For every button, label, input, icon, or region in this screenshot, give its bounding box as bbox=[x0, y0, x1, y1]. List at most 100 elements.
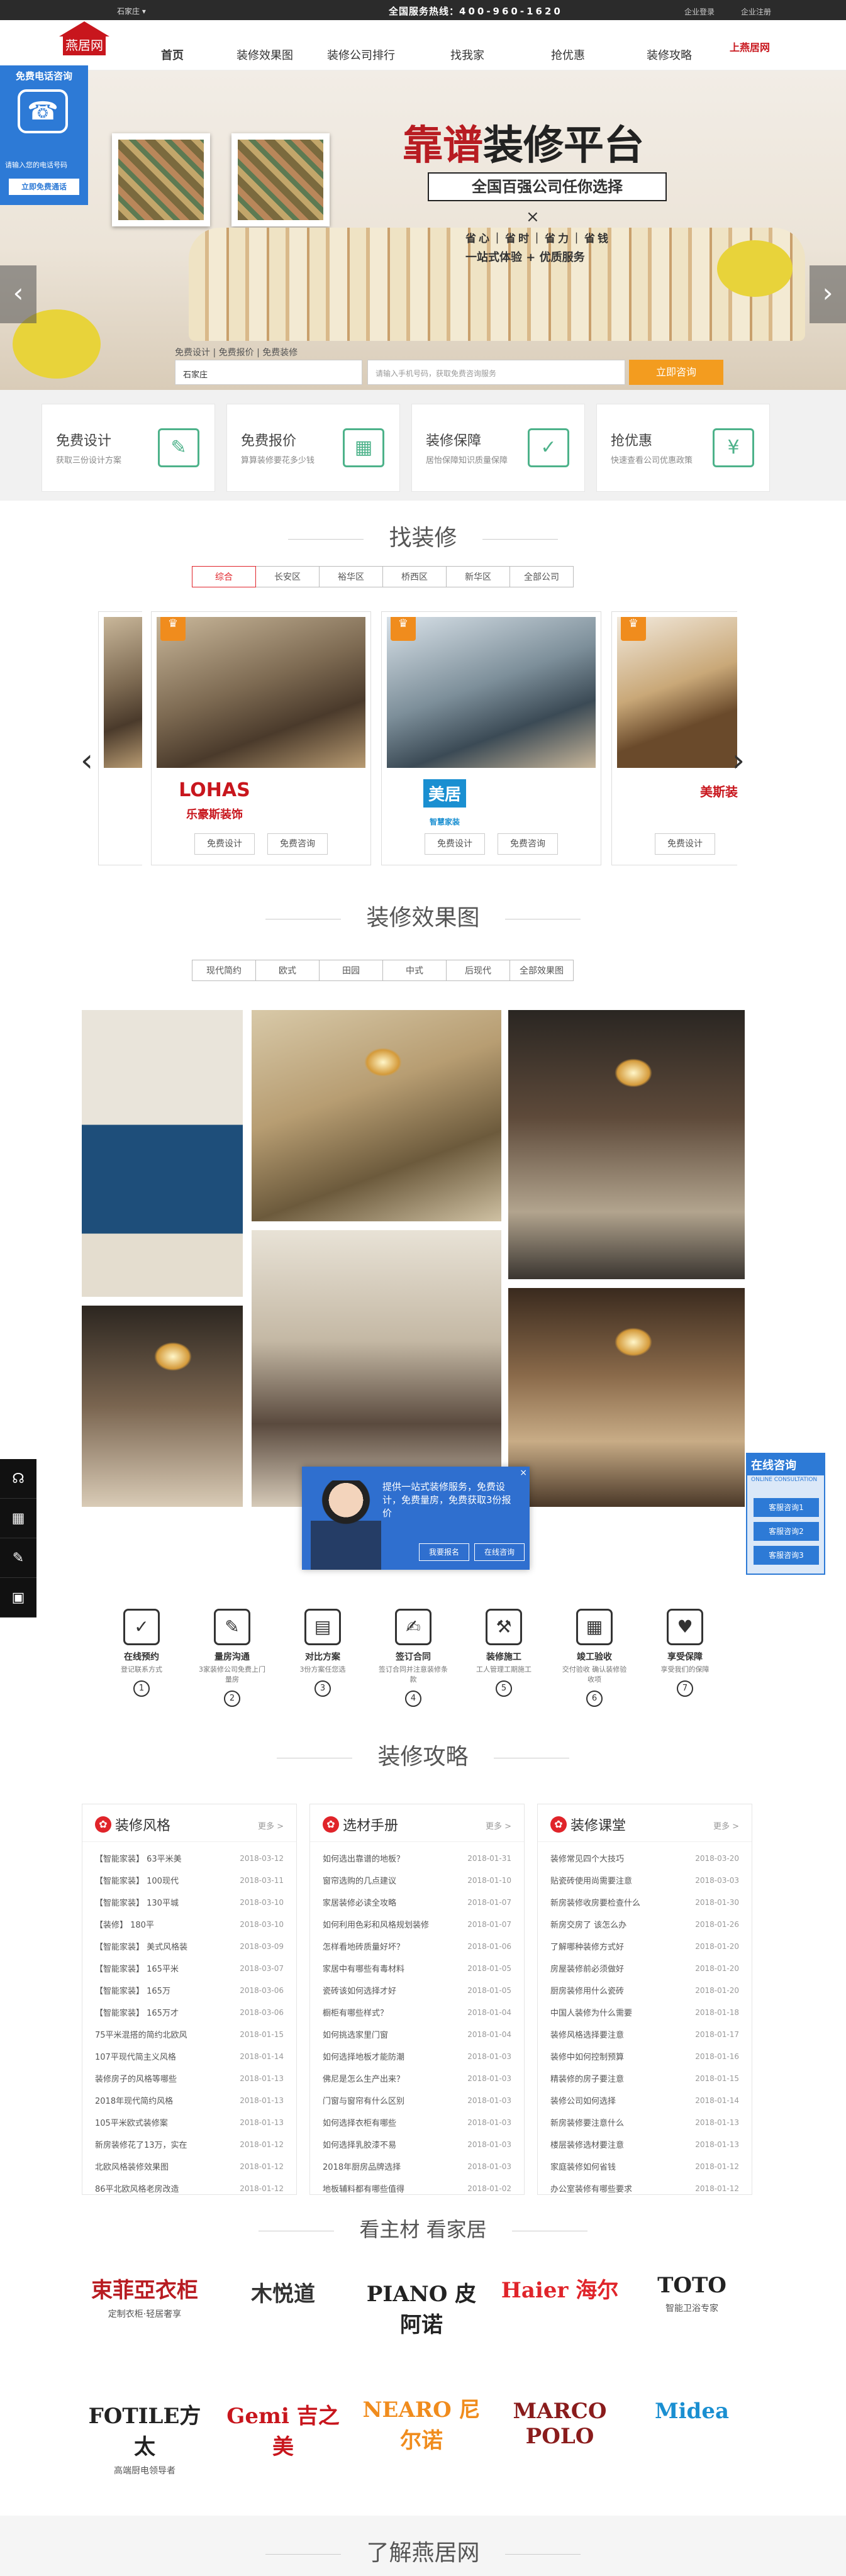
brand-logo[interactable]: Haier 海尔 bbox=[497, 2273, 623, 2361]
article-item[interactable]: 【智能家装】 165平米 2018-03-07 bbox=[95, 1957, 284, 1979]
article-title[interactable]: 【智能家装】 63平米美 bbox=[95, 1852, 182, 1864]
free-design-button[interactable]: 免费设计 bbox=[655, 833, 715, 855]
nav-deals[interactable]: 抢优惠 bbox=[551, 47, 585, 63]
service-button-2[interactable]: 客服咨询2 bbox=[754, 1522, 819, 1541]
service-button-1[interactable]: 客服咨询1 bbox=[754, 1498, 819, 1517]
brand-logo[interactable]: 束菲亞衣柜 定制衣柜·轻居奢享 bbox=[82, 2273, 208, 2361]
filter-district[interactable]: 新华区 bbox=[446, 566, 510, 587]
article-title[interactable]: 2018年现代简约风格 bbox=[95, 2094, 173, 2106]
article-item[interactable]: 如何利用色彩和风格规划装修 2018-01-07 bbox=[323, 1913, 511, 1935]
filter-style[interactable]: 田园 bbox=[319, 960, 383, 981]
article-title[interactable]: 【智能家装】 100现代 bbox=[95, 1874, 179, 1886]
article-item[interactable]: 办公室装修有哪些要求 2018-01-12 bbox=[550, 2177, 739, 2199]
nav-guide[interactable]: 装修攻略 bbox=[647, 47, 692, 63]
free-design-button[interactable]: 免费设计 bbox=[425, 833, 485, 855]
nav-home[interactable]: 首页 bbox=[161, 47, 184, 63]
hero-next-arrow-icon[interactable]: › bbox=[810, 265, 846, 323]
more-link[interactable]: 更多 > bbox=[258, 1819, 284, 1831]
article-title[interactable]: 窗帘选购的几点建议 bbox=[323, 1874, 396, 1886]
article-title[interactable]: 107平现代简主义风格 bbox=[95, 2050, 176, 2062]
article-title[interactable]: 如何选择乳胶漆不易 bbox=[323, 2138, 396, 2150]
article-item[interactable]: 地板辅料都有哪些值得 2018-01-02 bbox=[323, 2177, 511, 2199]
article-title[interactable]: 【智能家装】 美式风格装 bbox=[95, 1940, 187, 1952]
article-title[interactable]: 105平米欧式装修案 bbox=[95, 2116, 168, 2128]
article-item[interactable]: 北欧风格装修效果图 2018-01-12 bbox=[95, 2155, 284, 2177]
article-title[interactable]: 北欧风格装修效果图 bbox=[95, 2160, 169, 2172]
article-title[interactable]: 如何挑选家里门窗 bbox=[323, 2028, 388, 2040]
effect-image[interactable] bbox=[252, 1010, 501, 1221]
filter-district[interactable]: 桥西区 bbox=[382, 566, 447, 587]
article-title[interactable]: 装修常见四个大技巧 bbox=[550, 1852, 624, 1864]
headset-icon[interactable]: ☊ bbox=[0, 1459, 36, 1499]
article-item[interactable]: 新房装修花了13万，实在 2018-01-12 bbox=[95, 2133, 284, 2155]
article-title[interactable]: 楼层装修选材要注意 bbox=[550, 2138, 624, 2150]
card-deals[interactable]: 抢优惠 快速查看公司优惠政策 ¥ bbox=[596, 404, 770, 492]
close-icon[interactable]: × bbox=[520, 1468, 527, 1478]
article-item[interactable]: 贴瓷砖使用尚需要注意 2018-03-03 bbox=[550, 1869, 739, 1891]
article-item[interactable]: 装修常见四个大技巧 2018-03-20 bbox=[550, 1847, 739, 1869]
filter-district[interactable]: 长安区 bbox=[255, 566, 320, 587]
effect-image[interactable] bbox=[252, 1230, 501, 1507]
brand-logo[interactable]: PIANO 皮阿诺 bbox=[359, 2277, 484, 2365]
filter-all-companies[interactable]: 全部公司 bbox=[509, 566, 574, 587]
free-call-button[interactable]: 立即免费通话 bbox=[9, 179, 79, 195]
article-item[interactable]: 新房装修收房要检查什么 2018-01-30 bbox=[550, 1891, 739, 1913]
article-title[interactable]: 如何选择衣柜有哪些 bbox=[323, 2116, 396, 2128]
article-title[interactable]: 精装修的房子要注意 bbox=[550, 2072, 624, 2084]
article-title[interactable]: 新房交房了 该怎么办 bbox=[550, 1918, 626, 1930]
article-item[interactable]: 【智能家装】 130平城 2018-03-10 bbox=[95, 1891, 284, 1913]
nav-find-home[interactable]: 找我家 bbox=[450, 47, 484, 63]
carousel-prev-arrow-icon[interactable]: ‹ bbox=[81, 742, 93, 779]
article-item[interactable]: 如何选择乳胶漆不易 2018-01-03 bbox=[323, 2133, 511, 2155]
article-item[interactable]: 如何选择衣柜有哪些 2018-01-03 bbox=[323, 2111, 511, 2133]
filter-style[interactable]: 现代简约 bbox=[192, 960, 256, 981]
brand-logo[interactable]: TOTO 智能卫浴专家 bbox=[629, 2273, 755, 2361]
article-item[interactable]: 橱柜有哪些样式？ 2018-01-04 bbox=[323, 2001, 511, 2023]
article-title[interactable]: 装修风格选择要注意 bbox=[550, 2028, 624, 2040]
filter-style[interactable]: 后现代 bbox=[446, 960, 510, 981]
nav-company-ranking[interactable]: 装修公司排行 bbox=[327, 47, 395, 63]
article-title[interactable]: 中国人装修为什么需要 bbox=[550, 2006, 632, 2018]
free-consult-button[interactable]: 免费咨询 bbox=[267, 833, 328, 855]
signup-button[interactable]: 我要报名 bbox=[419, 1543, 469, 1561]
article-title[interactable]: 如何选择地板才能防潮 bbox=[323, 2050, 404, 2062]
article-item[interactable]: 怎样看地砖质量好坏？ 2018-01-06 bbox=[323, 1935, 511, 1957]
article-title[interactable]: 佛尼是怎么生产出来？ bbox=[323, 2072, 404, 2084]
article-item[interactable]: 新房交房了 该怎么办 2018-01-26 bbox=[550, 1913, 739, 1935]
company-card[interactable]: ♛ 美斯装 免费设计 bbox=[611, 611, 738, 865]
article-title[interactable]: 装修中如何控制预算 bbox=[550, 2050, 624, 2062]
article-title[interactable]: 橱柜有哪些样式？ bbox=[323, 2006, 388, 2018]
article-item[interactable]: 家居中有哪些有毒材料 2018-01-05 bbox=[323, 1957, 511, 1979]
article-item[interactable]: 了解哪种装修方式好 2018-01-20 bbox=[550, 1935, 739, 1957]
online-consult-button[interactable]: 在线咨询 bbox=[474, 1543, 525, 1561]
article-item[interactable]: 【智能家装】 100现代 2018-03-11 bbox=[95, 1869, 284, 1891]
city-select[interactable]: 石家庄 bbox=[175, 360, 362, 385]
article-item[interactable]: 如何选出靠谱的地板？ 2018-01-31 bbox=[323, 1847, 511, 1869]
brand-logo[interactable]: Gemi 吉之美 bbox=[220, 2399, 346, 2487]
article-item[interactable]: 75平米混搭的简约北欧风 2018-01-15 bbox=[95, 2023, 284, 2045]
company-card[interactable]: ♛ LOHAS 乐豪斯装饰 免费设计 免费咨询 bbox=[151, 611, 371, 865]
article-item[interactable]: 【智能家装】 165万才 2018-03-06 bbox=[95, 2001, 284, 2023]
calculator-icon[interactable]: ▦ bbox=[0, 1499, 36, 1538]
article-item[interactable]: 中国人装修为什么需要 2018-01-18 bbox=[550, 2001, 739, 2023]
effect-image[interactable] bbox=[508, 1288, 745, 1507]
service-button-3[interactable]: 客服咨询3 bbox=[754, 1546, 819, 1565]
filter-district[interactable]: 裕华区 bbox=[319, 566, 383, 587]
article-title[interactable]: 厨房装修用什么瓷砖 bbox=[550, 1984, 624, 1996]
enterprise-register-link[interactable]: 企业注册 bbox=[741, 6, 771, 17]
filter-style[interactable]: 中式 bbox=[382, 960, 447, 981]
article-title[interactable]: 75平米混搭的简约北欧风 bbox=[95, 2028, 187, 2040]
hero-prev-arrow-icon[interactable]: ‹ bbox=[0, 265, 36, 323]
article-title[interactable]: 【智能家装】 165平米 bbox=[95, 1962, 179, 1974]
filter-all-effects[interactable]: 全部效果图 bbox=[509, 960, 574, 981]
article-title[interactable]: 了解哪种装修方式好 bbox=[550, 1940, 624, 1952]
card-free-design[interactable]: 免费设计 获取三份设计方案 ✎ bbox=[42, 404, 215, 492]
article-item[interactable]: 瓷砖该如何选择才好 2018-01-05 bbox=[323, 1979, 511, 2001]
search-tabs[interactable]: 免费设计 | 免费报价 | 免费装修 bbox=[175, 346, 298, 358]
brand-logo[interactable]: MARCO POLO bbox=[497, 2399, 623, 2487]
article-item[interactable]: 楼层装修选材要注意 2018-01-13 bbox=[550, 2133, 739, 2155]
article-item[interactable]: 【智能家装】 165万 2018-03-06 bbox=[95, 1979, 284, 2001]
article-item[interactable]: 105平米欧式装修案 2018-01-13 bbox=[95, 2111, 284, 2133]
article-item[interactable]: 107平现代简主义风格 2018-01-14 bbox=[95, 2045, 284, 2067]
brand-logo[interactable]: 木悦道 bbox=[220, 2277, 346, 2365]
